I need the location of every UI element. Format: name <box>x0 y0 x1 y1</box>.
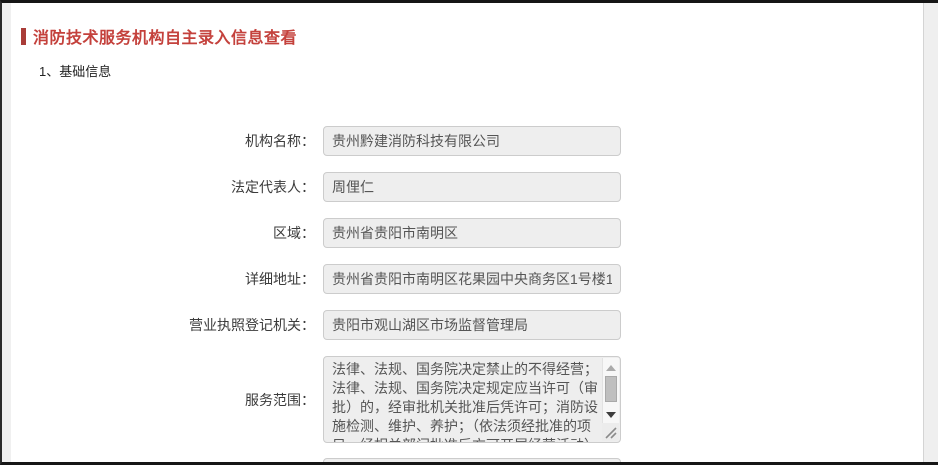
down-triangle-icon <box>606 412 616 418</box>
form-row-region: 区域： <box>11 218 922 248</box>
textarea-scrollbar[interactable] <box>602 358 619 424</box>
service-scope-text: 法律、法规、国务院决定禁止的不得经营；法律、法规、国务院决定规定应当许可（审批）… <box>324 357 602 442</box>
legal-representative-input[interactable] <box>323 172 621 202</box>
form-row-detailed-address: 详细地址： <box>11 264 922 294</box>
page-title: 消防技术服务机构自主录入信息查看 <box>33 24 297 48</box>
form-row-legal-representative: 法定代表人： <box>11 172 922 202</box>
title-accent-bar <box>21 28 26 45</box>
org-name-label: 机构名称： <box>11 131 323 151</box>
contact-person-input[interactable] <box>323 458 621 465</box>
legal-representative-label: 法定代表人： <box>11 177 323 197</box>
left-gutter <box>2 3 11 462</box>
form-row-license-authority: 营业执照登记机关： <box>11 310 922 340</box>
license-authority-input[interactable] <box>323 310 621 340</box>
resize-grip-icon[interactable] <box>602 423 619 441</box>
main-content: 消防技术服务机构自主录入信息查看 1、基础信息 机构名称： 法定代表人： 区域：… <box>11 3 922 462</box>
page-frame: 消防技术服务机构自主录入信息查看 1、基础信息 机构名称： 法定代表人： 区域：… <box>0 0 938 465</box>
right-scroll-gutter <box>923 3 938 462</box>
scrollbar-thumb[interactable] <box>605 376 617 402</box>
license-authority-label: 营业执照登记机关： <box>11 315 323 335</box>
form-row-service-scope: 服务范围： 法律、法规、国务院决定禁止的不得经营；法律、法规、国务院决定规定应当… <box>11 356 922 443</box>
org-name-input[interactable] <box>323 126 621 156</box>
page-title-row: 消防技术服务机构自主录入信息查看 <box>21 24 922 48</box>
scrollbar-up-icon[interactable] <box>603 360 619 375</box>
detailed-address-label: 详细地址： <box>11 269 323 289</box>
section-heading-basic-info: 1、基础信息 <box>39 61 922 80</box>
service-scope-textarea[interactable]: 法律、法规、国务院决定禁止的不得经营；法律、法规、国务院决定规定应当许可（审批）… <box>323 356 621 443</box>
form-row-org-name: 机构名称： <box>11 126 922 156</box>
region-input[interactable] <box>323 218 621 248</box>
region-label: 区域： <box>11 223 323 243</box>
scrollbar-down-icon[interactable] <box>603 407 619 422</box>
detailed-address-input[interactable] <box>323 264 621 294</box>
form-row-contact-person: 联系人： <box>11 458 922 465</box>
service-scope-label: 服务范围： <box>11 390 323 410</box>
up-triangle-icon <box>606 365 616 371</box>
basic-info-form: 机构名称： 法定代表人： 区域： 详细地址： 营业执照登记机关： 服务范围： <box>11 126 922 465</box>
